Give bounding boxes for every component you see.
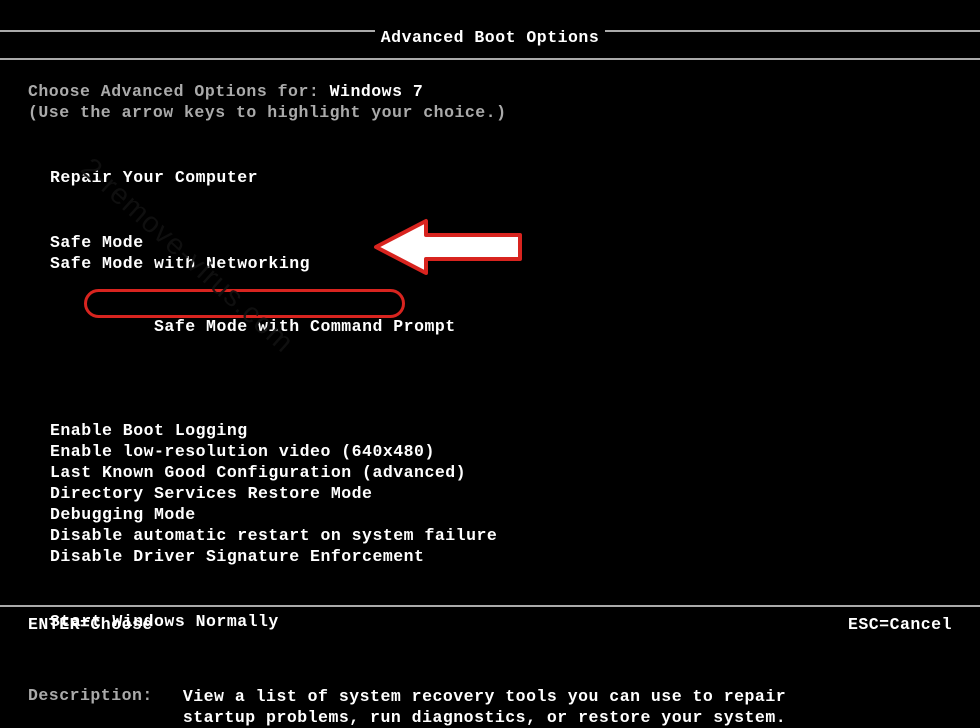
option-low-res[interactable]: Enable low-resolution video (640x480)	[50, 441, 952, 462]
enter-hint: ENTER=Choose	[28, 615, 153, 634]
hint-text: (Use the arrow keys to highlight your ch…	[28, 102, 952, 123]
option-no-driver-sig[interactable]: Disable Driver Signature Enforcement	[50, 546, 952, 567]
title-bar: Advanced Boot Options	[0, 0, 980, 55]
option-last-known-good[interactable]: Last Known Good Configuration (advanced)	[50, 462, 952, 483]
page-title: Advanced Boot Options	[375, 28, 605, 47]
esc-hint: ESC=Cancel	[848, 615, 952, 634]
choose-prompt: Choose Advanced Options for: Windows 7	[28, 81, 952, 102]
description-block: Description: View a list of system recov…	[28, 686, 952, 728]
option-debugging[interactable]: Debugging Mode	[50, 504, 952, 525]
option-safe-mode-cmd: Safe Mode with Command Prompt	[154, 317, 456, 336]
highlight-ring-annotation: Safe Mode with Command Prompt	[84, 289, 406, 318]
option-safe-mode-cmd-row[interactable]: Safe Mode with Command Prompt Safe Mode …	[50, 274, 952, 400]
footer-bar: ENTER=Choose ESC=Cancel	[0, 605, 980, 634]
option-dsrm[interactable]: Directory Services Restore Mode	[50, 483, 952, 504]
option-safe-mode[interactable]: Safe Mode	[50, 232, 952, 253]
option-boot-logging[interactable]: Enable Boot Logging	[50, 420, 952, 441]
description-text: View a list of system recovery tools you…	[183, 686, 786, 728]
description-label: Description:	[28, 686, 153, 728]
option-repair[interactable]: Repair Your Computer	[50, 167, 952, 188]
option-no-auto-restart[interactable]: Disable automatic restart on system fail…	[50, 525, 952, 546]
os-name: Windows 7	[330, 82, 424, 101]
option-safe-mode-networking[interactable]: Safe Mode with Networking	[50, 253, 952, 274]
